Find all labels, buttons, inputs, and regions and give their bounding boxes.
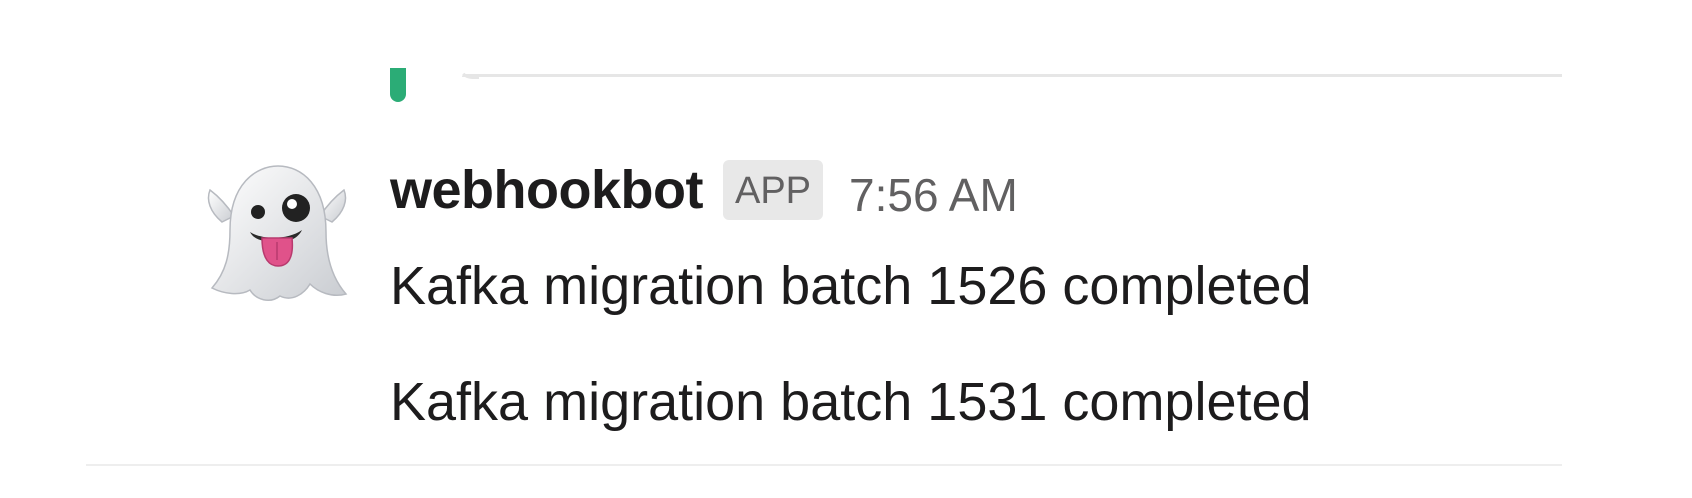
message-text: Kafka migration batch 1526 completed bbox=[390, 256, 1312, 316]
timestamp[interactable]: 7:56 AM bbox=[849, 168, 1018, 222]
app-badge: APP bbox=[722, 160, 824, 220]
message: webhookbot APP 7:56 AM Kafka migration b… bbox=[0, 150, 1692, 460]
attachment-color-bar bbox=[390, 68, 406, 102]
message-header: webhookbot APP 7:56 AM bbox=[390, 150, 1018, 230]
avatar[interactable] bbox=[200, 160, 354, 314]
message-text: Kafka migration batch 1531 completed bbox=[390, 372, 1312, 432]
message-divider bbox=[86, 464, 1562, 466]
message-pane: webhookbot APP 7:56 AM Kafka migration b… bbox=[0, 0, 1692, 498]
previous-message-divider bbox=[462, 74, 1562, 77]
username[interactable]: webhookbot bbox=[390, 159, 703, 221]
ghost-icon bbox=[207, 165, 348, 302]
